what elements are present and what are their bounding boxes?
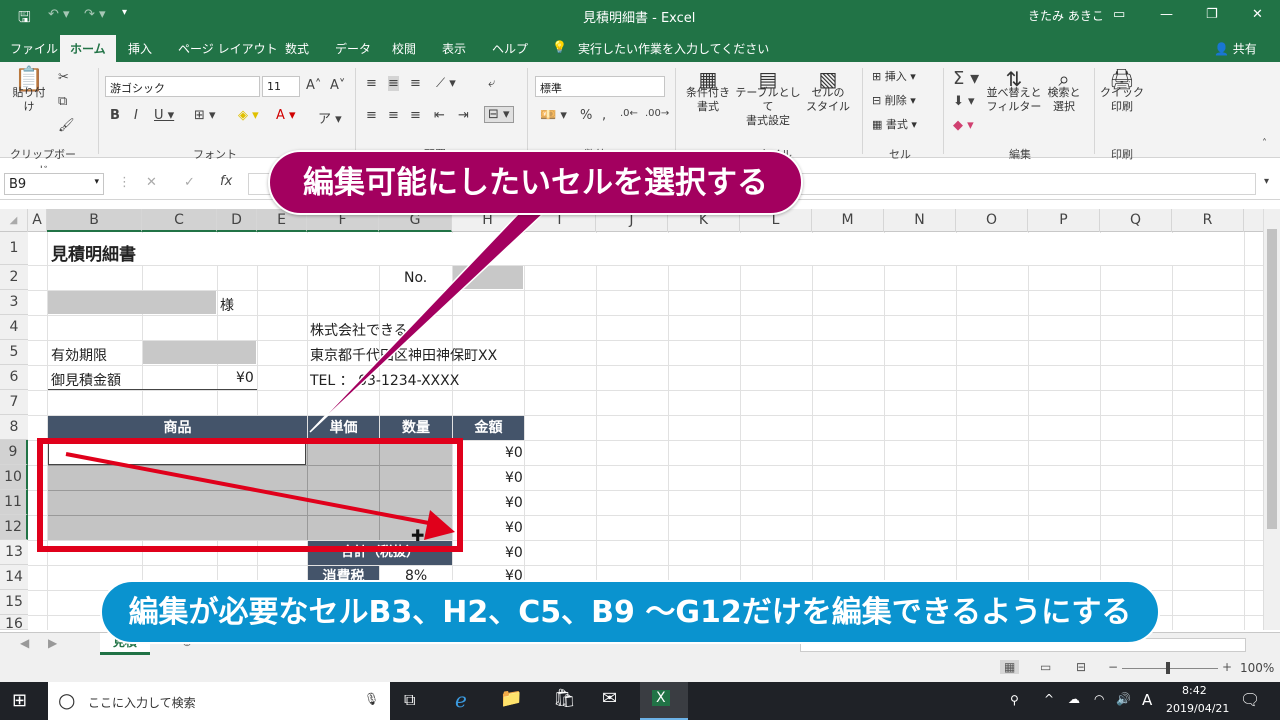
explorer-icon[interactable]: 📁 <box>500 688 522 709</box>
zoom-level[interactable]: 100% <box>1240 661 1274 675</box>
search-circle-icon: ○ <box>58 688 76 712</box>
notification-icon[interactable]: 🗨 <box>1240 690 1260 709</box>
taskbar: ⊞ ○ ここに入力して検索 🎙 ⧉ ℯ 📁 🛍 ✉ X ⚲ ^ ☁ ◠ 🔊 A … <box>0 682 1280 720</box>
vertical-scroll-thumb[interactable] <box>1267 229 1277 529</box>
page-layout-icon[interactable]: ▭ <box>1040 660 1051 674</box>
excel-icon: X <box>652 690 670 706</box>
clock-time[interactable]: 8:42 <box>1182 684 1207 697</box>
zoom-slider[interactable] <box>1122 668 1218 669</box>
taskbar-search-box[interactable]: ○ ここに入力して検索 🎙 <box>48 682 390 720</box>
people-icon[interactable]: ⚲ <box>1010 693 1019 707</box>
zoom-slider-thumb[interactable] <box>1166 662 1170 674</box>
tray-expand-icon[interactable]: ^ <box>1044 692 1054 706</box>
ime-indicator[interactable]: A <box>1142 691 1152 709</box>
callout-edit-cells: 編集が必要なセルB3、H2、C5、B9 ～G12だけを編集できるようにする <box>100 580 1160 644</box>
search-placeholder: ここに入力して検索 <box>88 696 196 710</box>
zoom-in-icon[interactable]: + <box>1222 660 1232 674</box>
drag-arrow-head <box>424 510 455 540</box>
callout-pointer <box>309 211 547 433</box>
scroll-right-icon[interactable]: ▶ <box>48 636 57 650</box>
clock-date[interactable]: 2019/04/21 <box>1166 702 1229 715</box>
page-break-icon[interactable]: ⊟ <box>1076 660 1086 674</box>
zoom-out-icon[interactable]: − <box>1108 660 1118 674</box>
vertical-scrollbar[interactable] <box>1263 209 1280 630</box>
drag-arrow-line <box>65 452 435 526</box>
highlight-rectangle <box>37 438 463 552</box>
volume-icon[interactable]: 🔊 <box>1116 692 1131 706</box>
store-icon[interactable]: 🛍 <box>553 688 576 709</box>
mail-icon[interactable]: ✉ <box>602 688 617 709</box>
normal-view-icon[interactable]: ▦ <box>1000 660 1020 674</box>
scroll-left-icon[interactable]: ◀ <box>20 636 29 650</box>
windows-start-icon[interactable]: ⊞ <box>12 690 27 711</box>
task-view-icon[interactable]: ⧉ <box>404 690 415 710</box>
cursor-cross-icon: ✚ <box>411 526 425 545</box>
edge-icon[interactable]: ℯ <box>455 688 467 712</box>
onedrive-icon[interactable]: ☁ <box>1068 692 1080 706</box>
excel-taskbar-button[interactable]: X <box>640 682 688 720</box>
status-bar: ▦ ▭ ⊟ − + 100% <box>0 656 1280 682</box>
wifi-icon[interactable]: ◠ <box>1094 692 1104 706</box>
callout-select-cells: 編集可能にしたいセルを選択する <box>268 150 803 215</box>
microphone-icon[interactable]: 🎙 <box>364 692 379 706</box>
